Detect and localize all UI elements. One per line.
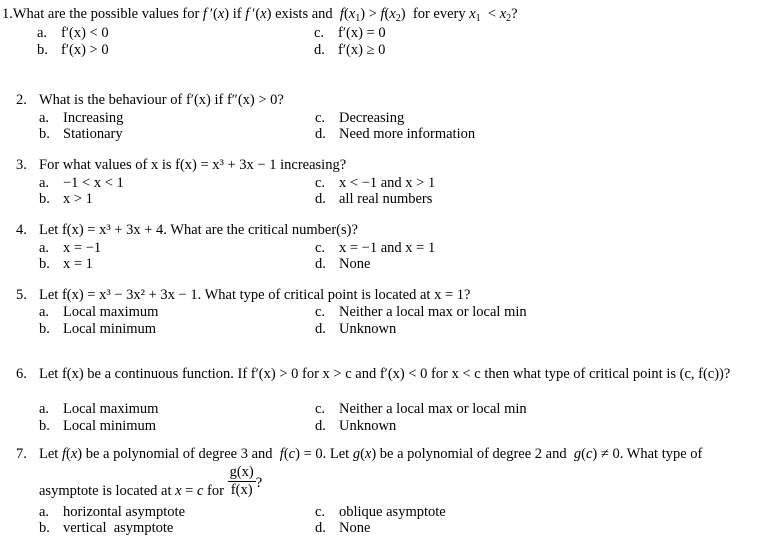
option-b[interactable]: b. x > 1	[39, 191, 93, 208]
question-number: 4.	[16, 222, 27, 238]
option-c[interactable]: c. Decreasing	[315, 110, 404, 127]
option-d[interactable]: d. Unknown	[315, 321, 396, 338]
fraction: g(x) f(x)	[227, 464, 256, 499]
option-d[interactable]: d. None	[315, 256, 370, 273]
question-number: 2.	[16, 92, 27, 108]
option-b[interactable]: b. Stationary	[39, 126, 123, 143]
option-d[interactable]: d. Need more information	[315, 126, 475, 143]
question-stem-continued: asymptote is located at x = c for g(x) f(…	[39, 464, 263, 499]
question-stem: 3. For what values of x is f(x) = x³ + 3x…	[16, 157, 347, 173]
option-a[interactable]: a. f′(x) < 0	[37, 25, 109, 42]
option-b[interactable]: b. f′(x) > 0	[37, 42, 109, 59]
question-number: 7.	[16, 446, 27, 462]
question-number: 1.	[2, 6, 13, 22]
option-a[interactable]: a. −1 < x < 1	[39, 175, 124, 192]
question-stem: 7. Let f(x) be a polynomial of degree 3 a…	[16, 446, 703, 462]
option-b[interactable]: b. Local minimum	[39, 418, 156, 435]
option-c[interactable]: c. x < −1 and x > 1	[315, 175, 435, 192]
option-d[interactable]: d. f′(x) ≥ 0	[314, 42, 385, 59]
option-b[interactable]: b. Local minimum	[39, 321, 156, 338]
option-c[interactable]: c. oblique asymptote	[315, 504, 446, 521]
question-stem: 6. Let f(x) be a continuous function. If …	[16, 366, 731, 382]
fraction-denominator: f(x)	[230, 482, 253, 498]
option-d[interactable]: d. all real numbers	[315, 191, 432, 208]
question-stem: 4. Let f(x) = x³ + 3x + 4. What are the c…	[16, 222, 358, 238]
option-c[interactable]: c. Neither a local max or local min	[315, 401, 527, 418]
option-c[interactable]: c. Neither a local max or local min	[315, 304, 527, 321]
option-d[interactable]: d. Unknown	[315, 418, 396, 435]
question-number: 5.	[16, 287, 27, 303]
option-a[interactable]: a. horizontal asymptote	[39, 504, 185, 521]
option-a[interactable]: a. Local maximum	[39, 304, 158, 321]
option-a[interactable]: a. Increasing	[39, 110, 123, 127]
question-number: 3.	[16, 157, 27, 173]
question-number: 6.	[16, 366, 27, 382]
option-c[interactable]: c. f′(x) = 0	[314, 25, 386, 42]
option-a[interactable]: a. x = −1	[39, 240, 101, 257]
option-b[interactable]: b. vertical asymptote	[39, 520, 173, 537]
option-b[interactable]: b. x = 1	[39, 256, 93, 273]
fraction-numerator: g(x)	[227, 464, 256, 482]
option-d[interactable]: d. None	[315, 520, 370, 537]
option-c[interactable]: c. x = −1 and x = 1	[315, 240, 435, 257]
option-a[interactable]: a. Local maximum	[39, 401, 158, 418]
question-stem: 1.What are the possible values for f ′(x…	[2, 6, 518, 24]
question-stem: 5. Let f(x) = x³ − 3x² + 3x − 1. What typ…	[16, 287, 471, 303]
question-stem: 2. What is the behaviour of f′(x) if f″(x…	[16, 92, 284, 108]
